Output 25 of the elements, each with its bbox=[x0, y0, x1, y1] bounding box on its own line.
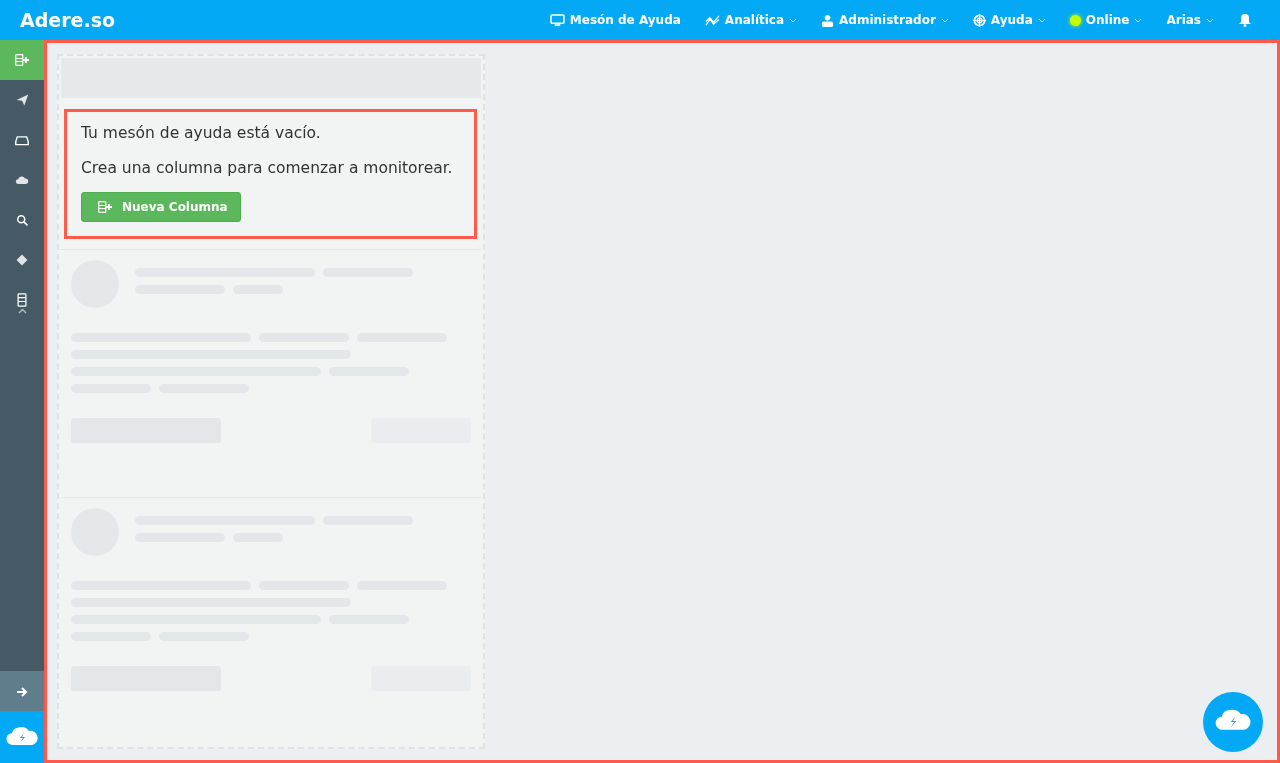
monitor-icon bbox=[549, 13, 565, 27]
nav-menu[interactable]: Analítica bbox=[692, 11, 810, 29]
chat-button[interactable] bbox=[1203, 692, 1263, 752]
inbox-icon bbox=[15, 133, 29, 147]
line-chart-icon bbox=[704, 13, 720, 27]
nav-menu[interactable]: Administrador bbox=[809, 11, 961, 29]
sidebar-item[interactable] bbox=[0, 40, 44, 80]
chat-launcher[interactable] bbox=[0, 711, 44, 763]
nav-menu[interactable]: Online bbox=[1057, 11, 1155, 29]
nav-menu[interactable]: Arias bbox=[1154, 11, 1226, 29]
paper-plane-icon bbox=[15, 93, 29, 107]
empty-message: Crea una columna para comenzar a monitorear. bbox=[81, 157, 454, 179]
arrow-right-icon bbox=[16, 685, 28, 698]
user-icon bbox=[821, 13, 835, 27]
search-icon bbox=[15, 213, 29, 227]
nav-menu[interactable]: Ayuda bbox=[960, 11, 1058, 29]
chevron-up-icon[interactable] bbox=[17, 308, 27, 314]
empty-title: Tu mesón de ayuda está vacío. bbox=[81, 122, 322, 144]
cloud-chat-icon bbox=[5, 727, 39, 747]
new-column-button[interactable]: Nueva Columna bbox=[81, 192, 241, 223]
bell-icon bbox=[1238, 13, 1252, 27]
expand-sidebar-button[interactable] bbox=[0, 671, 44, 711]
nav-menu[interactable]: Mesón de Ayuda bbox=[537, 11, 693, 29]
columns-icon bbox=[15, 293, 29, 307]
brand-logo[interactable]: Adere.so bbox=[0, 5, 116, 35]
